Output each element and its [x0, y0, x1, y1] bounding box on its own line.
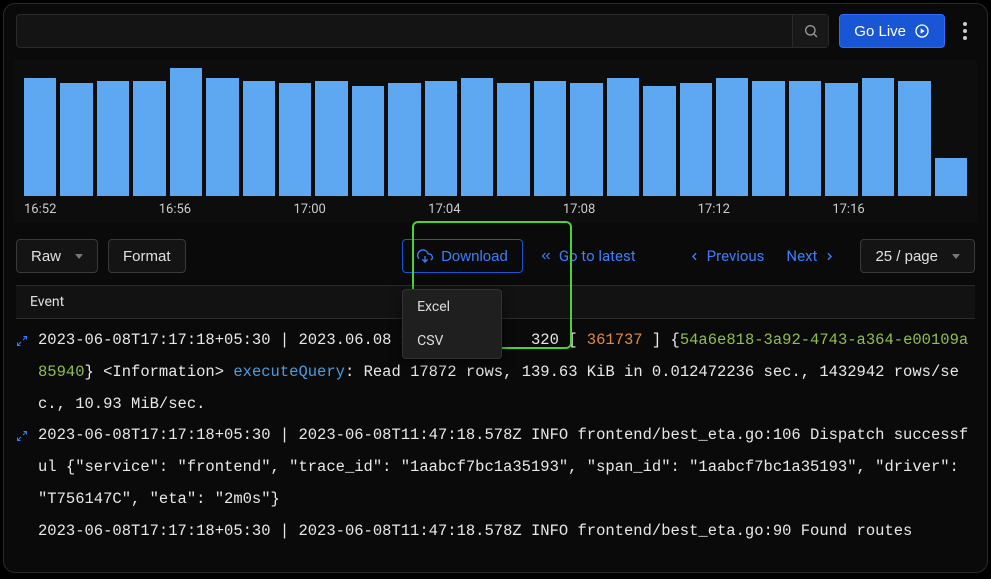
app-frame: Go Live 16:5216:5617:0017:0417:0817:1217… [3, 3, 988, 573]
download-button[interactable]: Download [402, 239, 523, 273]
histogram-bar[interactable] [315, 81, 347, 196]
log-row: 2023-06-08T17:17:18+05:30 | 2023-06-08T1… [16, 420, 975, 515]
histogram-bar[interactable] [643, 86, 675, 196]
chevron-left-icon [688, 250, 701, 263]
expand-icon[interactable] [16, 430, 30, 442]
x-axis-tick: 16:56 [159, 202, 294, 217]
go-to-latest-button[interactable]: Go to latest [533, 247, 642, 265]
expand-icon[interactable] [16, 335, 30, 347]
download-wrapper: Download ExcelCSV [402, 239, 523, 273]
histogram-bar[interactable] [716, 78, 748, 196]
x-axis-tick: 17:16 [832, 202, 967, 217]
chevron-right-icon [823, 250, 836, 263]
search-input[interactable] [17, 15, 792, 47]
log-text: 2023-06-08T17:17:18+05:30 | 2023.06.08 1… [38, 325, 975, 420]
histogram-bar[interactable] [97, 81, 129, 196]
histogram-bar[interactable] [60, 83, 92, 196]
format-label: Format [123, 248, 171, 265]
histogram-bar[interactable] [388, 83, 420, 196]
histogram-bar[interactable] [425, 81, 457, 196]
histogram-bars[interactable] [20, 68, 971, 196]
histogram-bar[interactable] [752, 81, 784, 196]
download-label: Download [441, 248, 508, 265]
cloud-download-icon [417, 248, 433, 264]
next-button[interactable]: Next [780, 247, 842, 265]
x-axis-tick: 17:04 [428, 202, 563, 217]
search-button[interactable] [792, 15, 828, 47]
histogram-bar[interactable] [133, 81, 165, 196]
go-live-button[interactable]: Go Live [839, 14, 945, 48]
page-size-label: 25 / page [875, 248, 938, 265]
view-mode-select[interactable]: Raw [16, 239, 98, 273]
x-axis-tick: 16:52 [24, 202, 159, 217]
histogram-bar[interactable] [24, 78, 56, 196]
histogram-bar[interactable] [206, 78, 238, 196]
previous-label: Previous [707, 247, 765, 265]
histogram-bar[interactable] [461, 78, 493, 196]
search-icon [803, 23, 819, 39]
histogram-bar[interactable] [243, 81, 275, 196]
log-row: 2023-06-08T17:17:18+05:30 | 2023-06-08T1… [16, 516, 975, 548]
vertical-dots-icon [963, 22, 967, 40]
histogram-bar[interactable] [352, 86, 384, 196]
top-bar: Go Live [4, 4, 987, 58]
histogram-bar[interactable] [898, 81, 930, 196]
histogram-bar[interactable] [497, 83, 529, 196]
page-size-select[interactable]: 25 / page [860, 239, 975, 273]
histogram-bar[interactable] [935, 158, 967, 196]
x-axis-tick: 17:08 [563, 202, 698, 217]
view-mode-label: Raw [31, 248, 61, 265]
histogram-bar[interactable] [825, 83, 857, 196]
histogram-bar[interactable] [279, 83, 311, 196]
go-live-label: Go Live [854, 23, 906, 40]
histogram-x-axis: 16:5216:5617:0017:0417:0817:1217:16 [20, 196, 971, 219]
x-axis-tick: 17:00 [293, 202, 428, 217]
histogram-bar[interactable] [680, 83, 712, 196]
play-circle-icon [914, 23, 930, 39]
histogram-bar[interactable] [570, 83, 602, 196]
download-option[interactable]: CSV [403, 324, 501, 358]
histogram-bar[interactable] [170, 68, 202, 196]
previous-button[interactable]: Previous [682, 247, 771, 265]
more-menu-button[interactable] [955, 14, 975, 48]
histogram-bar[interactable] [534, 81, 566, 196]
x-axis-tick: 17:12 [698, 202, 833, 217]
format-button[interactable]: Format [108, 239, 186, 273]
histogram-bar[interactable] [789, 81, 821, 196]
histogram-panel: 16:5216:5617:0017:0417:0817:1217:16 [14, 60, 977, 223]
controls-row: Raw Format Download ExcelCSV Go to lates… [4, 223, 987, 285]
histogram-bar[interactable] [607, 78, 639, 196]
log-text: 2023-06-08T17:17:18+05:30 | 2023-06-08T1… [38, 516, 975, 548]
histogram-bar[interactable] [862, 78, 894, 196]
log-text: 2023-06-08T17:17:18+05:30 | 2023-06-08T1… [38, 420, 975, 515]
next-label: Next [786, 247, 817, 265]
skip-back-icon [539, 249, 553, 263]
go-to-latest-label: Go to latest [559, 247, 636, 265]
events-header-label: Event [30, 294, 64, 310]
download-dropdown: ExcelCSV [402, 289, 502, 359]
download-option[interactable]: Excel [403, 290, 501, 324]
search-field-wrapper [16, 14, 829, 48]
